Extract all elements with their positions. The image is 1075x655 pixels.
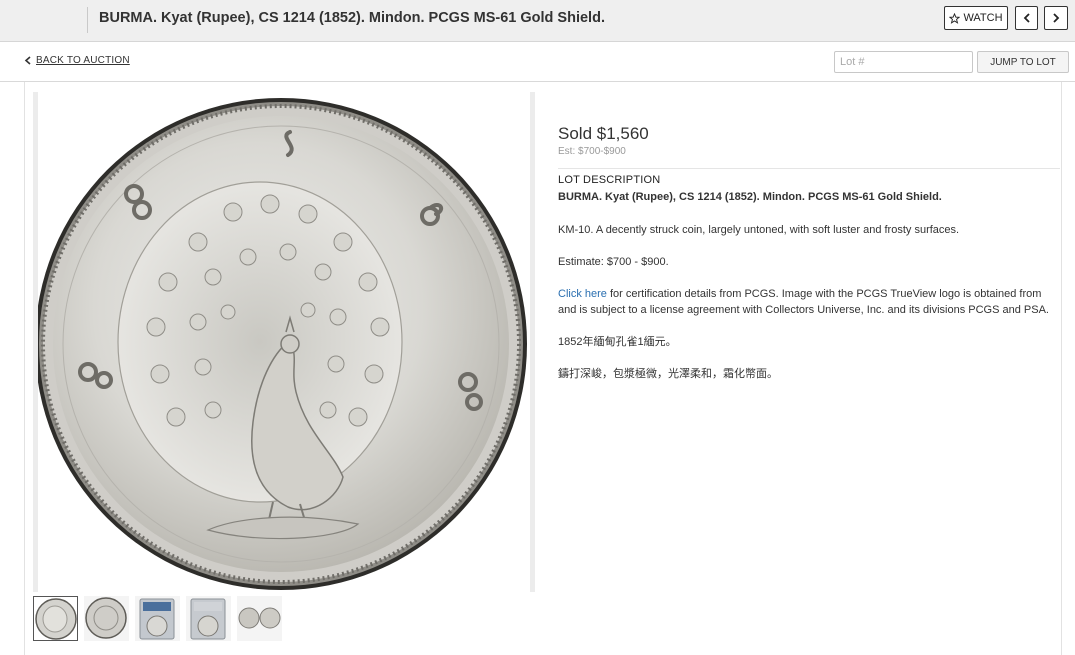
certification-paragraph: Click here for certification details fro… [558,286,1058,318]
lot-description-text: KM-10. A decently struck coin, largely u… [558,224,960,236]
thumbnail-coin-pair[interactable] [237,596,282,641]
thumbnail-coin-obverse[interactable] [33,596,78,641]
lot-header-title: BURMA. Kyat (Rupee), CS 1214 (1852). Min… [99,10,605,26]
chevron-right-icon [1051,13,1061,23]
jump-to-lot-button[interactable]: JUMP TO LOT [977,51,1069,73]
header-divider [87,7,88,33]
thumbnail-slab-back[interactable] [186,596,231,641]
coin-peacock-obverse-image [38,98,527,590]
back-to-auction-link[interactable]: BACK TO AUCTION [24,55,130,66]
chevron-left-icon [24,56,32,65]
chinese-description-2: 鑄打深峻，包漿極微，光澤柔和，霜化幣面。 [558,368,778,380]
back-to-auction-label: BACK TO AUCTION [36,55,130,66]
section-divider [558,168,1060,169]
thumbnail-strip [33,596,282,642]
lot-estimate-text: Estimate: $700 - $900. [558,256,669,268]
navigation-bar: BACK TO AUCTION JUMP TO LOT [0,42,1075,82]
thumbnail-slab-front[interactable] [135,596,180,641]
certification-text: for certification details from PCGS. Ima… [558,288,1049,316]
lot-description-title: BURMA. Kyat (Rupee), CS 1214 (1852). Min… [558,191,942,203]
main-coin-image[interactable] [33,92,535,592]
watch-button[interactable]: WATCH [944,6,1008,30]
lot-header: BURMA. Kyat (Rupee), CS 1214 (1852). Min… [0,0,1075,42]
chevron-left-icon [1022,13,1032,23]
click-here-link[interactable]: Click here [558,288,607,300]
next-lot-button[interactable] [1044,6,1068,30]
lot-description-heading: LOT DESCRIPTION [558,174,661,186]
thumbnail-coin-reverse[interactable] [84,596,129,641]
chinese-description-1: 1852年緬甸孔雀1緬元。 [558,336,677,348]
watch-label: WATCH [963,12,1003,24]
estimate-range: Est: $700-$900 [558,146,626,157]
lot-number-input[interactable] [834,51,973,73]
previous-lot-button[interactable] [1015,6,1038,30]
sold-price: Sold $1,560 [558,124,649,143]
star-outline-icon [949,12,961,24]
